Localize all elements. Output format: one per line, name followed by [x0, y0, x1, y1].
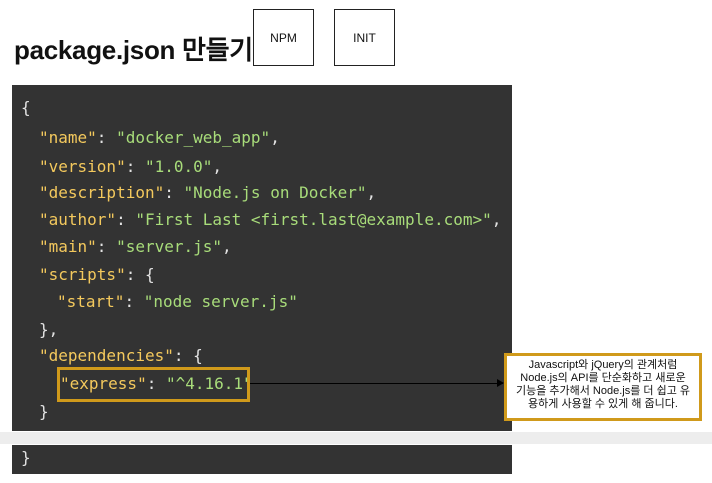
code-token: } [21, 448, 31, 467]
code-line-description: "description": "Node.js on Docker", [39, 183, 377, 202]
code-token: } [39, 402, 49, 421]
code-line-name: "name": "docker_web_app", [39, 128, 280, 147]
connector-line [250, 383, 503, 384]
express-highlight-box [57, 367, 250, 402]
code-value: "server.js" [116, 237, 223, 256]
code-key: "name" [39, 128, 97, 147]
code-line-scripts: "scripts": { [39, 265, 155, 284]
code-key: "dependencies" [39, 346, 174, 365]
callout-box: Javascript와 jQuery의 관계처럼 Node.js의 API를 단… [504, 353, 702, 421]
code-line-close: } [21, 448, 31, 468]
code-key: "version" [39, 157, 126, 176]
callout-line: 용하게 사용할 수 있게 해 줍니다. [528, 398, 678, 410]
code-token: }, [39, 320, 59, 339]
code-value: "node server.js" [143, 292, 298, 311]
code-line-open: { [21, 98, 31, 118]
init-box[interactable]: INIT [334, 9, 395, 66]
code-value: "1.0.0" [144, 157, 213, 176]
npm-box[interactable]: NPM [253, 9, 314, 66]
code-line-dependencies-close: } [39, 402, 49, 422]
code-line-version: "version": "1.0.0", [39, 157, 223, 176]
code-line-dependencies: "dependencies": { [39, 346, 203, 365]
code-key: "scripts" [39, 265, 126, 284]
callout-line: Node.js의 API를 단순화하고 새로운 [520, 372, 686, 384]
code-value: "First Last <first.last@example.com>" [135, 210, 492, 229]
code-token: { [21, 98, 31, 117]
code-key: "start" [57, 292, 125, 311]
code-value: "Node.js on Docker" [183, 183, 367, 202]
arrow-head-icon [497, 379, 504, 387]
code-key: "author" [39, 210, 117, 229]
code-line-start: "start": "node server.js" [57, 292, 298, 311]
gap-band [0, 432, 712, 444]
code-line-main: "main": "server.js", [39, 237, 232, 256]
code-key: "main" [39, 237, 97, 256]
slide-title: package.json 만들기 [14, 35, 253, 65]
code-line-scripts-close: }, [39, 320, 58, 340]
code-block-end: } [12, 445, 512, 474]
code-line-author: "author": "First Last <first.last@exampl… [39, 210, 502, 229]
code-value: "docker_web_app" [116, 128, 271, 147]
callout-line: Javascript와 jQuery의 관계처럼 [528, 359, 678, 371]
code-key: "description" [39, 183, 165, 202]
callout-line: 기능을 추가해서 Node.js를 더 쉽고 유 [515, 385, 691, 397]
